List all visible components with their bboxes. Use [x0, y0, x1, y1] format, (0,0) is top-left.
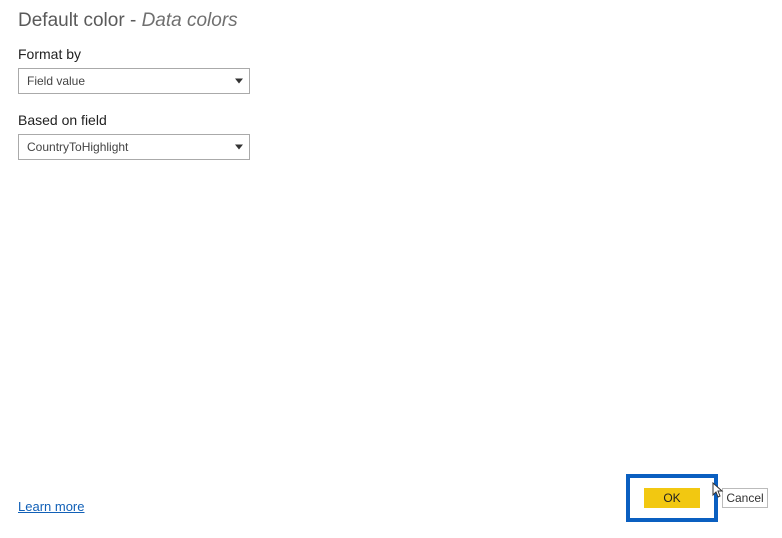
based-on-field-select[interactable]: CountryToHighlight: [18, 134, 250, 160]
title-main: Default color: [18, 10, 125, 31]
format-by-value: Field value: [27, 74, 225, 88]
title-sub: Data colors: [142, 10, 238, 31]
form-area: Format by Field value Based on field Cou…: [0, 46, 782, 160]
button-area: OK Cancel: [626, 474, 768, 522]
chevron-down-icon: [235, 145, 243, 150]
title-separator: -: [125, 10, 142, 31]
footer: Learn more: [18, 498, 84, 516]
format-by-select[interactable]: Field value: [18, 68, 250, 94]
based-on-field-value: CountryToHighlight: [27, 140, 225, 154]
based-on-field-label: Based on field: [18, 112, 250, 128]
ok-highlight: OK: [626, 474, 718, 522]
cancel-button[interactable]: Cancel: [722, 488, 768, 508]
format-by-label: Format by: [18, 46, 250, 62]
learn-more-link[interactable]: Learn more: [18, 499, 84, 514]
chevron-down-icon: [235, 79, 243, 84]
dialog-title: Default color - Data colors: [0, 0, 782, 46]
ok-button[interactable]: OK: [644, 488, 700, 508]
format-by-group: Format by Field value: [18, 46, 250, 94]
based-on-field-group: Based on field CountryToHighlight: [18, 112, 250, 160]
